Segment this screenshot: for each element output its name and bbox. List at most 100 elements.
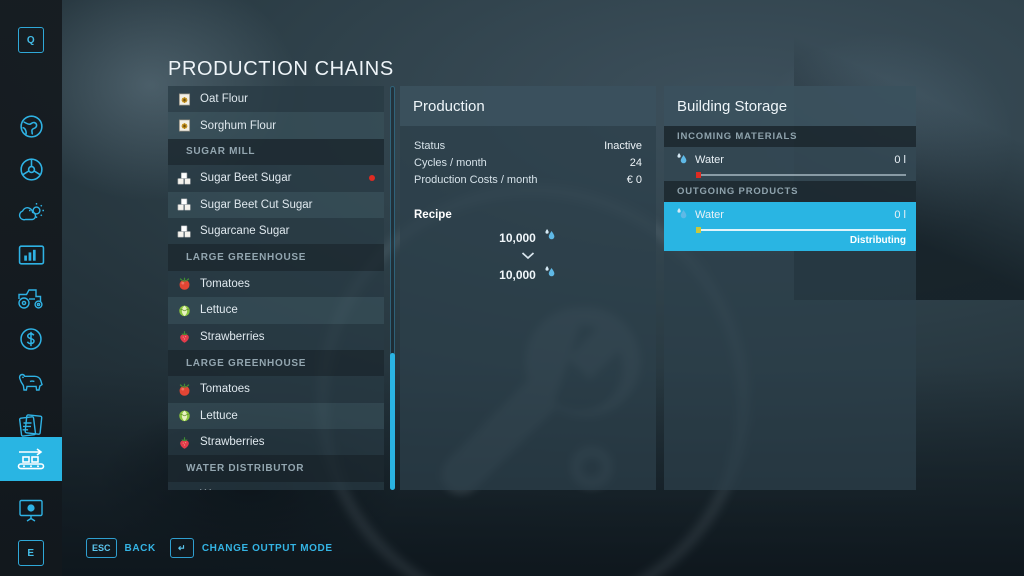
production-stat-value: 24 xyxy=(630,155,642,172)
chain-list-item[interactable]: Lettuce xyxy=(168,403,384,429)
sidebar-item-map[interactable] xyxy=(0,104,62,148)
chain-list-item-label: Oat Flour xyxy=(200,93,248,105)
group-header-label: SUGAR MILL xyxy=(186,146,255,157)
sidebar-item-animals[interactable] xyxy=(0,360,62,404)
production-chain-list[interactable]: Oat Flour Sorghum Flour SUGAR MILL Sugar … xyxy=(168,86,384,490)
production-panel-title: Production xyxy=(400,86,656,126)
weather-icon xyxy=(17,199,45,225)
storage-panel-title: Building Storage xyxy=(664,86,916,126)
chain-list-group-header: SUGAR MILL xyxy=(168,139,384,165)
sidebar-item-finances[interactable] xyxy=(0,317,62,361)
chain-list-item-label: Sugarcane Sugar xyxy=(200,225,290,237)
tomato-icon xyxy=(176,381,193,398)
storage-row-name: Water xyxy=(695,154,724,166)
chain-list-item-label: Sugar Beet Sugar xyxy=(200,172,291,184)
storage-row-status: Distributing xyxy=(674,235,906,246)
storage-group-header: INCOMING MATERIALS xyxy=(664,126,916,147)
recipe-output-row: 10,000 xyxy=(400,264,656,285)
contracts-icon xyxy=(17,413,45,438)
storage-row-amount: 0 l xyxy=(894,154,906,166)
chain-list-item[interactable]: Oat Flour xyxy=(168,86,384,112)
recipe-input-amount: 10,000 xyxy=(499,228,536,248)
help-bar: ESCBACK ↵CHANGE OUTPUT MODE xyxy=(86,538,333,558)
storage-row[interactable]: Water 0 l xyxy=(664,147,916,181)
q-key-icon: Q xyxy=(18,27,44,53)
chain-list-item-label: Sugar Beet Cut Sugar xyxy=(200,199,313,211)
storage-row-main: Water 0 l xyxy=(674,206,906,224)
chain-list-item[interactable]: Strawberries xyxy=(168,324,384,350)
production-stat-label: Production Costs / month xyxy=(414,172,538,189)
sugar-cubes-icon xyxy=(176,223,193,240)
sidebar-item-weather[interactable] xyxy=(0,190,62,234)
sidebar-item-statistics[interactable] xyxy=(0,233,62,277)
production-stat-row: Status Inactive xyxy=(400,138,656,155)
production-stat-label: Status xyxy=(414,138,445,155)
storage-group-header: OUTGOING PRODUCTS xyxy=(664,181,916,202)
sidebar-item-vehicles[interactable] xyxy=(0,276,62,320)
chain-list-item[interactable]: Sugarcane Sugar xyxy=(168,218,384,244)
sidebar-item-e-key[interactable]: E xyxy=(0,531,62,575)
lettuce-icon xyxy=(176,407,193,424)
flour-bag-icon xyxy=(176,117,193,134)
sugar-cubes-icon xyxy=(177,171,193,186)
sidebar-item-vehicle[interactable] xyxy=(0,147,62,191)
recipe-label: Recipe xyxy=(400,209,656,221)
storage-row-selected[interactable]: Water 0 l Distributing xyxy=(664,202,916,251)
chain-list-item[interactable]: Lettuce xyxy=(168,297,384,323)
e-key-icon: E xyxy=(18,540,44,566)
chain-list-item[interactable]: Sugar Beet Sugar xyxy=(168,165,384,191)
water-drop-glyph xyxy=(542,227,557,242)
lettuce-icon xyxy=(176,302,193,319)
animals-icon xyxy=(16,370,46,394)
globe-map-icon xyxy=(18,113,45,140)
strawberry-icon xyxy=(177,435,192,450)
chain-list-item[interactable]: Sorghum Flour xyxy=(168,112,384,138)
sidebar-item-production[interactable] xyxy=(0,437,62,481)
chain-list-item-label: Sorghum Flour xyxy=(200,120,276,132)
building-storage-panel: Building Storage INCOMING MATERIALS Wate… xyxy=(664,86,916,490)
strawberry-icon xyxy=(176,434,193,451)
water-drop-icon xyxy=(674,151,689,169)
chevron-down-glyph xyxy=(521,251,535,260)
water-drop-icon xyxy=(542,227,557,248)
storage-row-main: Water 0 l xyxy=(674,151,906,169)
production-stat-value: € 0 xyxy=(627,172,642,189)
chain-list-group-header: WATER DISTRIBUTOR xyxy=(168,455,384,481)
chain-list-item-label: Lettuce xyxy=(200,304,238,316)
page-title: PRODUCTION CHAINS xyxy=(168,58,394,81)
storage-group-label: INCOMING MATERIALS xyxy=(677,131,797,142)
chain-list-item-label: Lettuce xyxy=(200,410,238,422)
enter-key-icon: ↵ xyxy=(170,538,194,558)
chain-list-item-label: Strawberries xyxy=(200,331,265,343)
info-board-icon xyxy=(17,498,45,523)
chevron-down-icon xyxy=(400,248,656,264)
production-panel: Production StatusInactiveCycles / month2… xyxy=(400,86,656,490)
strawberry-icon xyxy=(176,328,193,345)
chain-list-item[interactable]: Sugar Beet Cut Sugar xyxy=(168,192,384,218)
chain-list-item-label: Tomatoes xyxy=(200,383,250,395)
recipe-input-row: 10,000 xyxy=(400,227,656,248)
group-header-label: LARGE GREENHOUSE xyxy=(186,252,306,263)
production-stat-value: Inactive xyxy=(604,138,642,155)
help-item[interactable]: ESCBACK xyxy=(86,538,156,558)
production-icon xyxy=(15,446,47,472)
statistics-icon xyxy=(18,244,45,266)
water-drop-icon xyxy=(674,151,689,166)
chain-list-item[interactable]: Tomatoes xyxy=(168,271,384,297)
flour-bag-icon xyxy=(176,91,193,108)
chain-list-item[interactable]: Tomatoes xyxy=(168,376,384,402)
chain-list-item[interactable]: Water xyxy=(168,482,384,490)
list-scrollbar-thumb[interactable] xyxy=(390,353,395,490)
storage-row-amount: 0 l xyxy=(894,209,906,221)
tomato-icon xyxy=(177,382,192,397)
water-drop-icon xyxy=(674,206,689,224)
help-item[interactable]: ↵CHANGE OUTPUT MODE xyxy=(170,538,333,558)
recipe-output-amount: 10,000 xyxy=(499,265,536,285)
chain-list-item-label: Water xyxy=(200,489,230,490)
chain-list-item-label: Strawberries xyxy=(200,436,265,448)
tractor-icon xyxy=(16,286,46,310)
sidebar-item-q-key[interactable]: Q xyxy=(0,18,62,62)
sidebar-item-info-board[interactable] xyxy=(0,488,62,532)
chain-list-item[interactable]: Strawberries xyxy=(168,429,384,455)
sugar-cubes-icon xyxy=(176,196,193,213)
